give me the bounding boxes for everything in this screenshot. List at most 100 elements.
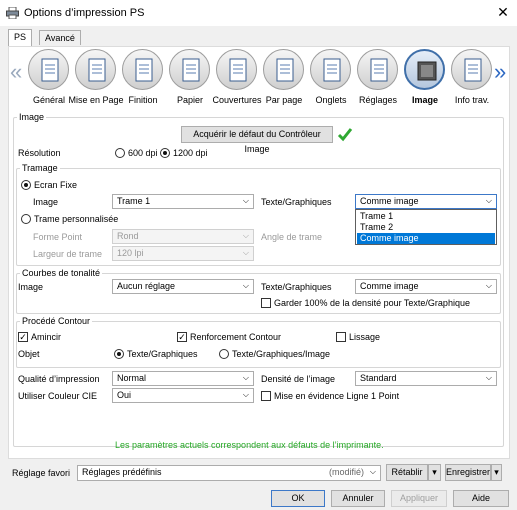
appliquer-button[interactable]: Appliquer — [391, 490, 447, 507]
tramage-image-label: Image — [33, 197, 59, 207]
qualite-select[interactable]: Normal ⌵ — [112, 371, 254, 386]
tramage-texte-label: Texte/Graphiques — [261, 197, 332, 207]
favorite-select[interactable]: Réglages prédéfinis (modifié) ⌵ — [77, 465, 381, 481]
aide-button[interactable]: Aide — [453, 490, 509, 507]
custom-screen-radio[interactable] — [21, 214, 31, 224]
largeur-select[interactable]: 120 lpi ⌵ — [112, 246, 254, 261]
objet-texte-label: Texte/Graphiques — [127, 349, 198, 359]
objet-texte-radio[interactable] — [114, 349, 124, 359]
fixed-screen-label: Ecran Fixe — [34, 180, 78, 190]
ribbon-item-3[interactable] — [167, 49, 213, 93]
ribbon-item-9[interactable] — [449, 49, 495, 93]
objet-texte-image-radio[interactable] — [219, 349, 229, 359]
tab-avance[interactable]: Avancé — [39, 30, 81, 45]
ribbon-button[interactable] — [75, 49, 116, 90]
contour-group — [16, 321, 501, 368]
printer-icon — [6, 7, 19, 19]
check-icon — [337, 128, 353, 142]
cie-select[interactable]: Oui ⌵ — [112, 388, 254, 403]
ribbon-item-0[interactable] — [26, 49, 72, 93]
courbes-image-label: Image — [18, 282, 44, 292]
ribbon-item-8[interactable] — [402, 49, 448, 93]
lissage-checkbox[interactable] — [336, 332, 346, 342]
image-icon — [417, 61, 437, 81]
objet-label: Objet — [18, 349, 40, 359]
retablir-menu-button[interactable]: ▾ — [428, 464, 441, 481]
scroll-right-icon[interactable]: » — [494, 61, 506, 83]
job-info-icon — [464, 58, 482, 82]
tramage-image-select[interactable]: Trame 1 ⌵ — [112, 194, 254, 209]
resolution-label: Résolution — [18, 148, 61, 158]
layout-icon — [88, 58, 106, 82]
ribbon-button[interactable] — [169, 49, 210, 90]
mise-evidence-checkbox[interactable] — [261, 391, 271, 401]
res-1200-radio[interactable] — [160, 148, 170, 158]
ribbon-item-1[interactable] — [73, 49, 119, 93]
res-1200-label: 1200 dpi — [173, 148, 208, 158]
general-icon — [41, 58, 59, 82]
renforcement-checkbox[interactable]: ✓ — [177, 332, 187, 342]
dropdown-option-trame2[interactable]: Trame 2 — [357, 222, 495, 233]
chevron-down-icon: ⌵ — [242, 373, 249, 382]
renforcement-label: Renforcement Contour — [190, 332, 282, 342]
chevron-down-icon: ⌵ — [485, 373, 492, 382]
largeur-label: Largeur de trame — [33, 249, 103, 259]
ribbon-item-6[interactable] — [308, 49, 354, 93]
close-icon[interactable]: ✕ — [494, 3, 512, 21]
ribbon-label: Info trav. — [454, 95, 490, 105]
enregistrer-button[interactable]: Enregistrer — [445, 464, 491, 481]
contour-title: Procédé Contour — [20, 316, 93, 326]
res-600-radio[interactable] — [115, 148, 125, 158]
acquire-default-button[interactable]: Acquérir le défaut du Contrôleur Image — [181, 126, 333, 154]
chevron-down-icon: ⌵ — [242, 196, 249, 205]
ok-button[interactable]: OK — [271, 490, 325, 507]
ribbon-button[interactable] — [28, 49, 69, 90]
ribbon-item-4[interactable] — [214, 49, 260, 93]
chevron-down-icon: ⌵ — [242, 281, 249, 290]
retablir-button[interactable]: Rétablir — [386, 464, 428, 481]
ribbon-button[interactable] — [451, 49, 492, 90]
chevron-down-icon: ⌵ — [242, 390, 249, 399]
chevron-down-icon: ⌵ — [242, 231, 249, 240]
ribbon-item-5[interactable] — [261, 49, 307, 93]
texte-dropdown-list: Trame 1 Trame 2 Comme image — [355, 209, 497, 245]
favorite-label: Réglage favori — [12, 468, 71, 478]
qualite-label: Qualité d’impression — [18, 374, 100, 384]
ribbon-button[interactable] — [357, 49, 398, 90]
forme-point-select[interactable]: Rond ⌵ — [112, 229, 254, 244]
fixed-screen-radio[interactable] — [21, 180, 31, 190]
courbes-texte-select[interactable]: Comme image ⌵ — [355, 279, 497, 294]
scroll-left-icon[interactable]: « — [10, 61, 22, 83]
res-600-label: 600 dpi — [128, 148, 158, 158]
cie-label: Utiliser Couleur CIE — [18, 391, 98, 401]
courbes-image-select[interactable]: Aucun réglage ⌵ — [112, 279, 254, 294]
ribbon-button[interactable] — [216, 49, 257, 90]
ribbon-button[interactable] — [310, 49, 351, 90]
window-title: Options d’impression PS — [24, 7, 145, 19]
dropdown-option-trame1[interactable]: Trame 1 — [357, 211, 495, 222]
chevron-down-icon: ⌵ — [485, 281, 492, 290]
ribbon-button[interactable] — [263, 49, 304, 90]
annuler-button[interactable]: Annuler — [331, 490, 385, 507]
per-page-icon — [276, 58, 294, 82]
courbes-texte-label: Texte/Graphiques — [261, 282, 332, 292]
tramage-texte-select[interactable]: Comme image ⌵ — [355, 194, 497, 209]
dropdown-option-comme-image[interactable]: Comme image — [357, 233, 495, 244]
ribbon-button[interactable] — [404, 49, 445, 90]
chevron-down-icon: ⌵ — [485, 196, 492, 205]
ribbon-button[interactable] — [122, 49, 163, 90]
angle-label: Angle de trame — [261, 232, 323, 242]
ribbon-item-7[interactable] — [355, 49, 401, 93]
enregistrer-menu-button[interactable]: ▾ — [491, 464, 502, 481]
courbes-title: Courbes de tonalité — [20, 268, 103, 278]
lissage-label: Lissage — [349, 332, 381, 342]
ribbon-item-2[interactable] — [120, 49, 166, 93]
keep-density-checkbox[interactable] — [261, 298, 271, 308]
tab-ps[interactable]: PS — [8, 29, 33, 46]
finishing-icon — [135, 58, 153, 82]
settings-icon — [370, 58, 388, 82]
paper-icon — [182, 58, 200, 82]
status-message: Les paramètres actuels correspondent aux… — [115, 440, 384, 450]
densite-select[interactable]: Standard ⌵ — [355, 371, 497, 386]
amincir-checkbox[interactable]: ✓ — [18, 332, 28, 342]
